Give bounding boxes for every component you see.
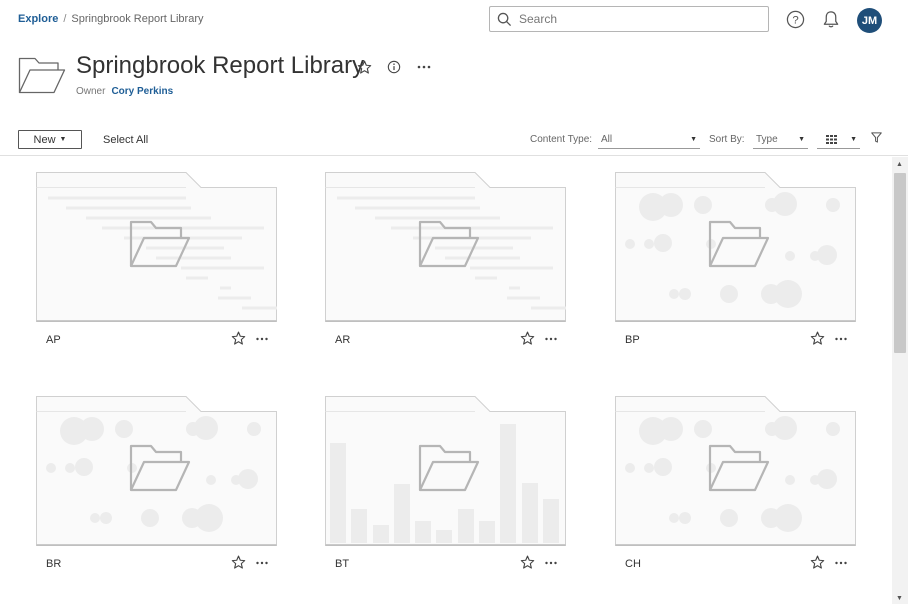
dropdown-arrow-icon: ▼ — [798, 136, 805, 143]
dropdown-arrow-icon: ▼ — [850, 136, 857, 143]
favorite-star-icon[interactable] — [810, 331, 826, 347]
search-box[interactable] — [489, 6, 769, 32]
content-grid: AP AR BP BR BT CH — [0, 157, 892, 604]
sort-by-label: Sort By: — [709, 134, 745, 145]
breadcrumb-separator: / — [63, 13, 67, 25]
dropdown-arrow-icon: ▼ — [690, 136, 697, 143]
search-icon — [497, 12, 512, 26]
project-card[interactable]: AP — [36, 172, 277, 346]
breadcrumb-current: Springbrook Report Library — [71, 13, 204, 25]
folder-icon — [129, 444, 191, 497]
owner-label: Owner — [76, 86, 106, 97]
more-actions-icon[interactable] — [833, 555, 849, 571]
info-icon[interactable] — [385, 58, 403, 76]
owner-name-link[interactable]: Cory Perkins — [111, 86, 173, 97]
content-type-label: Content Type: — [530, 134, 593, 145]
filter-icon[interactable] — [871, 132, 882, 143]
breadcrumb-explore-link[interactable]: Explore — [18, 13, 58, 25]
card-title[interactable]: BR — [46, 558, 61, 570]
favorite-star-icon[interactable] — [231, 555, 247, 571]
folder-icon — [418, 220, 480, 273]
content-type-select[interactable]: All ▼ — [598, 131, 700, 149]
folder-icon — [708, 444, 770, 497]
more-actions-icon[interactable] — [254, 331, 270, 347]
title-actions — [355, 58, 433, 76]
card-title[interactable]: AP — [46, 334, 61, 346]
vertical-scrollbar[interactable]: ▲ ▼ — [892, 157, 908, 604]
card-title[interactable]: BP — [625, 334, 640, 346]
card-title[interactable]: CH — [625, 558, 641, 570]
more-actions-icon[interactable] — [415, 58, 433, 76]
folder-icon — [129, 220, 191, 273]
scrollbar-thumb[interactable] — [894, 173, 906, 353]
project-card[interactable]: BP — [615, 172, 856, 346]
content-type-value: All — [601, 134, 613, 145]
grid-view-icon — [826, 135, 837, 144]
project-card[interactable]: BT — [325, 396, 566, 570]
owner-line: Owner Cory Perkins — [76, 86, 173, 97]
svg-text:?: ? — [792, 14, 798, 26]
favorite-star-icon[interactable] — [355, 58, 373, 76]
folder-icon — [418, 444, 480, 497]
card-title[interactable]: AR — [335, 334, 350, 346]
card-thumbnail[interactable] — [36, 172, 277, 322]
project-card[interactable]: AR — [325, 172, 566, 346]
search-input[interactable] — [519, 12, 759, 26]
toolbar: New ▼ Select All Content Type: All ▼ Sor… — [0, 128, 908, 156]
notifications-bell-icon[interactable] — [821, 9, 841, 29]
card-thumbnail[interactable] — [325, 172, 566, 322]
card-title[interactable]: BT — [335, 558, 349, 570]
card-thumbnail[interactable] — [325, 396, 566, 546]
folder-icon — [708, 220, 770, 273]
card-thumbnail[interactable] — [615, 172, 856, 322]
breadcrumb: Explore / Springbrook Report Library — [18, 13, 204, 25]
favorite-star-icon[interactable] — [231, 331, 247, 347]
more-actions-icon[interactable] — [254, 555, 270, 571]
scroll-down-arrow-icon[interactable]: ▼ — [896, 595, 903, 602]
more-actions-icon[interactable] — [543, 555, 559, 571]
view-mode-select[interactable]: ▼ — [817, 131, 860, 149]
project-folder-icon — [18, 57, 66, 99]
card-thumbnail[interactable] — [615, 396, 856, 546]
sort-by-value: Type — [756, 134, 778, 145]
scroll-up-arrow-icon[interactable]: ▲ — [896, 161, 903, 168]
favorite-star-icon[interactable] — [520, 555, 536, 571]
select-all-button[interactable]: Select All — [103, 134, 148, 146]
more-actions-icon[interactable] — [543, 331, 559, 347]
new-button[interactable]: New ▼ — [18, 130, 82, 149]
user-avatar[interactable]: JM — [857, 8, 882, 33]
favorite-star-icon[interactable] — [810, 555, 826, 571]
new-button-label: New — [33, 133, 56, 146]
favorite-star-icon[interactable] — [520, 331, 536, 347]
caret-down-icon: ▼ — [59, 136, 67, 143]
page-title: Springbrook Report Library — [76, 52, 365, 79]
sort-by-select[interactable]: Type ▼ — [753, 131, 808, 149]
project-card[interactable]: BR — [36, 396, 277, 570]
card-thumbnail[interactable] — [36, 396, 277, 546]
project-card[interactable]: CH — [615, 396, 856, 570]
help-icon[interactable]: ? — [785, 9, 805, 29]
more-actions-icon[interactable] — [833, 331, 849, 347]
